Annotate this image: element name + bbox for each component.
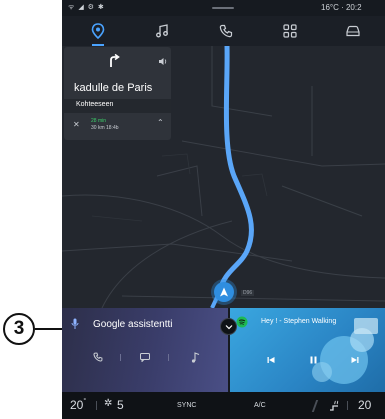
expand-widgets-button[interactable] [220, 318, 237, 335]
fan-icon: ✲ [104, 398, 113, 409]
album-art [312, 318, 378, 384]
phone-icon[interactable] [93, 352, 103, 362]
current-street: kadulle de Paris [74, 82, 153, 94]
callout-number: 3 [13, 318, 25, 339]
right-temp[interactable]: 20 [358, 398, 371, 412]
map-pin-icon [91, 23, 105, 39]
next-road-row: Kohteeseen [64, 99, 171, 113]
navigation-arrow-icon [220, 287, 228, 297]
car-icon [346, 25, 360, 37]
road-label: D96 [241, 290, 255, 296]
climate-bar: 20° ✲ 5 SYNC A/C 20 [62, 392, 385, 419]
drag-handle[interactable] [212, 7, 234, 9]
divider [168, 354, 169, 361]
apps-grid-icon [283, 24, 297, 38]
track-title: Hey ! - Stephen Walking [261, 318, 337, 325]
turn-right-arrow-icon [110, 54, 120, 67]
distance-eta: 30 km 18:4b [91, 125, 119, 131]
divider [311, 400, 319, 412]
divider [120, 354, 121, 361]
pause-icon[interactable] [310, 356, 317, 364]
phone-icon [219, 24, 233, 38]
left-temp[interactable]: 20° [70, 398, 86, 412]
divider [347, 401, 348, 410]
seat-heat-icon[interactable] [328, 400, 340, 411]
eta-time: 28 min [91, 118, 107, 124]
left-temp-value: 20 [70, 398, 84, 412]
message-icon[interactable] [140, 353, 150, 362]
fan-level[interactable]: 5 [117, 398, 124, 412]
sync-button[interactable]: SYNC [177, 402, 196, 409]
volume-icon[interactable] [158, 57, 168, 66]
callout-badge: 3 [3, 313, 35, 345]
microphone-icon [71, 318, 79, 329]
status-icons: ᯤ ◢ ⚙ ✱ [68, 4, 105, 11]
google-assistant-card[interactable]: Google assistentti [62, 308, 228, 392]
music-note-icon [156, 24, 168, 38]
tab-music[interactable] [130, 16, 194, 46]
google-title: Google assistentti [93, 319, 173, 330]
divider [96, 401, 97, 410]
music-note-icon[interactable] [191, 352, 200, 363]
ac-button[interactable]: A/C [254, 402, 266, 409]
status-bar: ᯤ ◢ ⚙ ✱ 16°C · 20:2 [62, 0, 385, 16]
bottom-widgets: Google assistentti Hey ! - Stephen Walki… [62, 308, 385, 392]
top-nav [62, 16, 385, 46]
tab-navigation[interactable] [66, 16, 130, 46]
temp-time: 16°C · 20:2 [321, 3, 362, 12]
music-player-card[interactable]: Hey ! - Stephen Walking [230, 308, 385, 392]
tab-vehicle[interactable] [321, 16, 385, 46]
spotify-icon [236, 316, 248, 328]
nav-instruction-card[interactable]: kadulle de Paris Kohteeseen ✕ 28 min 30 … [64, 47, 171, 140]
chevron-up-icon[interactable]: ⌃ [157, 118, 164, 127]
chevron-down-icon [225, 324, 232, 329]
infotainment-screen: ᯤ ◢ ⚙ ✱ 16°C · 20:2 D96 kadulle de Paris… [62, 0, 385, 419]
previous-track-icon[interactable] [267, 356, 275, 364]
next-track-icon[interactable] [351, 356, 359, 364]
left-temp-degree: ° [83, 398, 87, 405]
vehicle-position-marker [214, 282, 234, 302]
tab-phone[interactable] [194, 16, 258, 46]
next-road: Kohteeseen [76, 101, 114, 108]
close-route-icon[interactable]: ✕ [73, 120, 80, 129]
tab-apps[interactable] [258, 16, 322, 46]
